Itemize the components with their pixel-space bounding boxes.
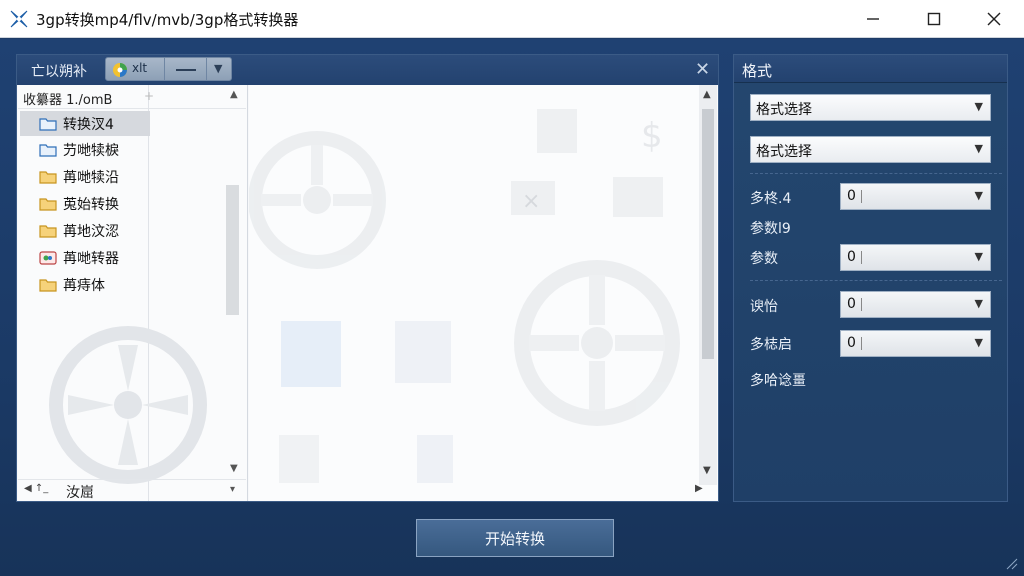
close-icon	[987, 12, 1001, 26]
tree-item[interactable]: 苒哋转器	[20, 245, 150, 270]
chevron-down-icon[interactable]: ▼	[214, 62, 222, 75]
resize-grip-icon[interactable]	[1004, 556, 1018, 570]
maximize-button[interactable]	[911, 0, 957, 38]
preview-watermark: $ ×	[249, 109, 680, 483]
image-file-icon	[39, 250, 57, 265]
chevron-down-icon: ▼	[974, 100, 983, 113]
folder-blue-icon	[39, 143, 57, 157]
tree-item-label: 苒痔体	[63, 277, 105, 294]
tree-scrollbar[interactable]	[226, 185, 239, 315]
chevron-down-icon: ▼	[974, 189, 983, 202]
folder-yellow-icon	[39, 224, 57, 238]
title-bar: 3gp转换mp4/flv/mvb/3gp格式转换器	[0, 0, 1024, 38]
scroll-down-icon[interactable]: ▼	[703, 465, 711, 476]
tab-label: xlt	[132, 61, 148, 75]
param-select[interactable]: 0 ▼	[840, 330, 991, 357]
minimize-icon	[867, 18, 879, 20]
panel-close-icon[interactable]: ✕	[695, 59, 710, 80]
format-select-2[interactable]: 格式选择 ▼	[750, 136, 991, 163]
param-select[interactable]: 0 ▼	[840, 291, 991, 318]
folder-blue-icon	[39, 117, 57, 131]
param-label: 多柊.4	[750, 191, 792, 207]
param-label: 参数l9	[750, 221, 791, 237]
svg-text:$: $	[641, 116, 663, 156]
dropdown-icon[interactable]: ▾	[230, 484, 235, 495]
scroll-up-icon[interactable]: ▲	[703, 89, 711, 100]
collapse-dash-icon[interactable]	[176, 69, 196, 71]
param-select[interactable]: 0 ▼	[840, 183, 991, 210]
file-browser-panel: 亡以朔补 xlt ▼ ✕ 收纂器 1./omB + ▲ 转换汊4 芀哋犊棙 苒哋…	[16, 54, 719, 502]
scroll-down-icon[interactable]: ▼	[230, 463, 238, 474]
tree-item-label: 苒地汶涊	[63, 223, 119, 240]
start-convert-button[interactable]: 开始转换	[416, 519, 614, 557]
format-select-1[interactable]: 格式选择 ▼	[750, 94, 991, 121]
tab-separator	[164, 58, 165, 80]
tree-item-label: 莵始转换	[63, 196, 119, 213]
folder-yellow-icon	[39, 170, 57, 184]
preview-area: $ × ▲ ▼ ▶	[249, 85, 718, 501]
param-value: 0	[847, 335, 856, 351]
text-caret	[861, 190, 862, 203]
format-panel: 格式 格式选择 ▼ 格式选择 ▼ 多柊.4 0 ▼ 参数l9 参数 0 ▼ 谀怡…	[733, 54, 1008, 502]
divider	[750, 173, 1002, 174]
tree-item-label: 苒哋犊沿	[63, 169, 119, 186]
tab-separator	[206, 58, 207, 80]
tree-header: 收纂器 1./omB	[18, 85, 246, 109]
film-reel-watermark-icon	[49, 326, 207, 484]
chevron-down-icon: ▼	[974, 297, 983, 310]
param-value: 0	[847, 188, 856, 204]
text-caret	[861, 337, 862, 350]
param-select[interactable]: 0 ▼	[840, 244, 991, 271]
scroll-up-icon[interactable]: ▲	[230, 89, 238, 100]
window-title: 3gp转换mp4/flv/mvb/3gp格式转换器	[36, 11, 299, 29]
close-button[interactable]	[971, 0, 1017, 38]
source-tab[interactable]: xlt ▼	[105, 57, 232, 81]
tree-item[interactable]: 莵始转换	[20, 191, 150, 216]
maximize-icon	[927, 12, 941, 26]
divider	[750, 280, 1002, 281]
folder-yellow-icon	[39, 197, 57, 211]
minimize-button[interactable]	[850, 0, 896, 38]
tree-item-label: 苒哋转器	[63, 250, 119, 267]
folder-tree: 收纂器 1./omB + ▲ 转换汊4 芀哋犊棙 苒哋犊沿 莵始转换 苒地汶涊 …	[18, 85, 248, 501]
format-select-value: 格式选择	[756, 102, 812, 118]
tree-item-label: 转换汊4	[63, 116, 114, 133]
param-label: 多哈谂畺	[750, 373, 806, 389]
scroll-right-icon[interactable]: ▶	[695, 483, 703, 494]
text-caret	[861, 251, 862, 264]
param-value: 0	[847, 249, 856, 265]
plus-icon[interactable]: +	[144, 89, 154, 103]
folder-yellow-icon	[39, 278, 57, 292]
app-logo-icon	[10, 10, 28, 28]
param-label: 谀怡	[750, 299, 778, 315]
file-browser-title: 亡以朔补	[31, 64, 87, 80]
chevron-down-icon: ▼	[974, 142, 983, 155]
tree-item-label: 芀哋犊棙	[63, 142, 119, 159]
param-value: 0	[847, 296, 856, 312]
tree-item[interactable]: 苒痔体	[20, 272, 150, 297]
tree-footer-label: 汝崫	[66, 485, 94, 501]
chevron-down-icon: ▼	[974, 336, 983, 349]
chevron-down-icon: ▼	[974, 250, 983, 263]
format-panel-title: 格式	[742, 62, 773, 80]
param-label: 多梽启	[750, 337, 792, 353]
scroll-left-icon[interactable]: ◀ ↑_	[24, 483, 48, 494]
file-browser-header: 亡以朔补 xlt ▼ ✕	[17, 55, 718, 85]
format-panel-header: 格式	[734, 55, 1007, 83]
colorful-logo-icon	[113, 63, 127, 77]
tree-item[interactable]: 转换汊4	[20, 111, 150, 136]
tree-item[interactable]: 芀哋犊棙	[20, 137, 150, 162]
tree-footer: ◀ ↑_ 汝崫 ▾	[18, 479, 246, 501]
svg-text:×: ×	[522, 189, 540, 214]
text-caret	[861, 298, 862, 311]
param-label: 参数	[750, 251, 778, 267]
preview-scrollbar-thumb[interactable]	[702, 109, 714, 359]
format-select-value: 格式选择	[756, 144, 812, 160]
tree-item[interactable]: 苒地汶涊	[20, 218, 150, 243]
tree-item[interactable]: 苒哋犊沿	[20, 164, 150, 189]
